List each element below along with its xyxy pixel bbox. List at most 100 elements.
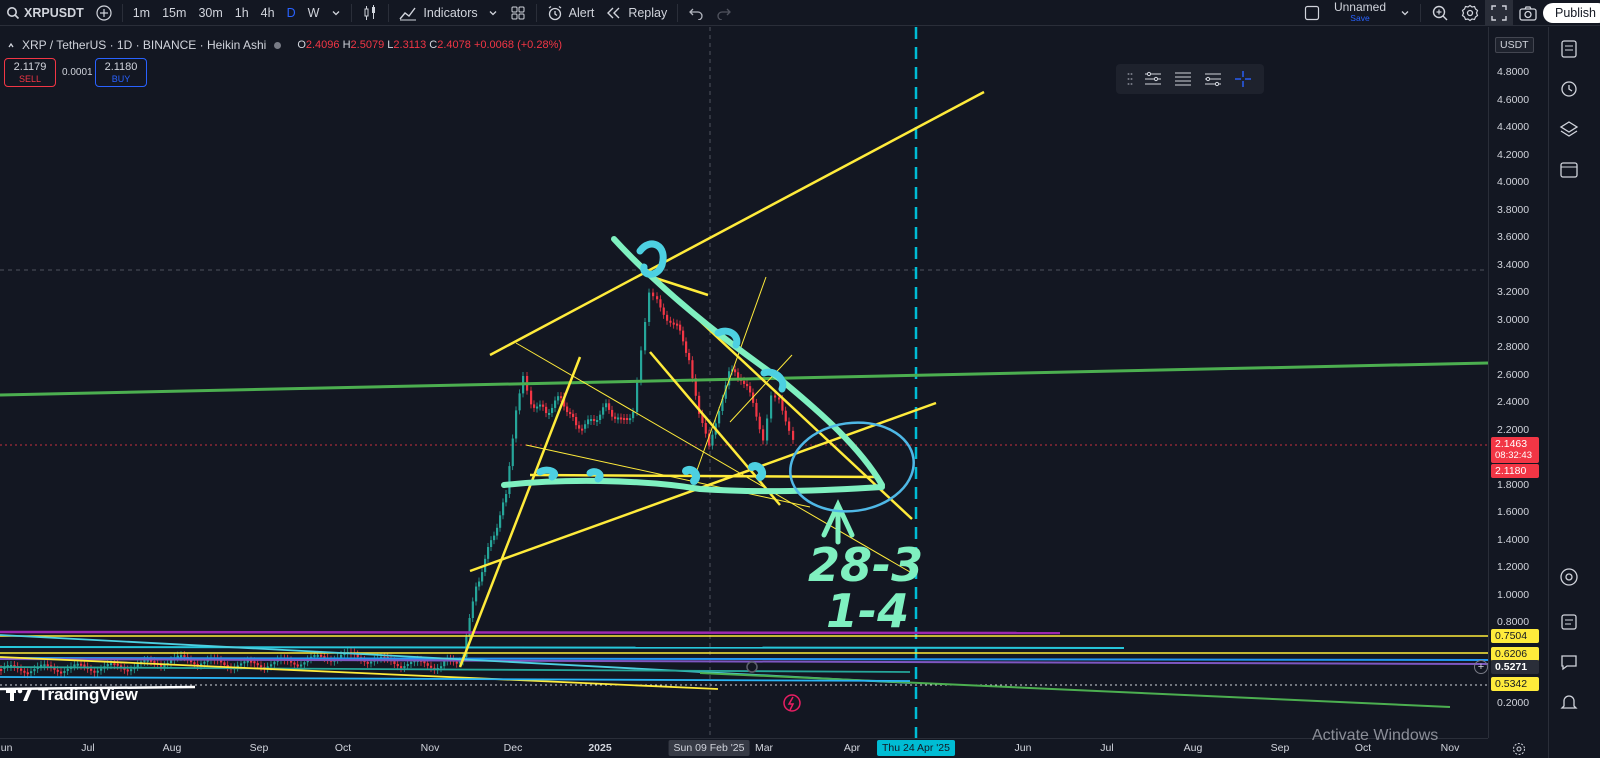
candle-body bbox=[584, 424, 587, 429]
time-scale[interactable]: Jun Jul Aug Sep Oct Nov Dec 2025 Mar Apr Jun Jul Aug… bbox=[0, 738, 1525, 758]
support-line-yellow[interactable] bbox=[529, 473, 881, 479]
sell-button[interactable]: 2.1179 SELL bbox=[4, 58, 56, 87]
buy-button[interactable]: 2.1180 BUY bbox=[95, 58, 147, 87]
indicators-button[interactable]: Indicators bbox=[393, 0, 503, 26]
camera-icon bbox=[1519, 6, 1537, 21]
candle-body bbox=[90, 668, 93, 671]
tradingview-logo[interactable]: TradingView bbox=[6, 685, 138, 705]
trend-line-teal-d[interactable] bbox=[0, 666, 911, 673]
timeframe-4h[interactable]: 4h bbox=[255, 0, 281, 26]
trend-line-teal-a[interactable] bbox=[0, 646, 1125, 649]
candle-body bbox=[711, 434, 714, 446]
list-settings-icon[interactable] bbox=[1143, 71, 1163, 87]
timeframe-15m[interactable]: 15m bbox=[156, 0, 192, 26]
time-tick: Jul bbox=[1100, 742, 1114, 754]
chart-canvas[interactable]: 28-3 1-4 XRP / TetherUS · 1D · BINANCE ·… bbox=[0, 27, 1488, 738]
time-tick: 2025 bbox=[588, 742, 612, 754]
channel-upper-line[interactable] bbox=[489, 90, 985, 357]
candle-body bbox=[743, 380, 746, 384]
watchlist-icon[interactable] bbox=[1559, 39, 1579, 59]
thin-line-c[interactable] bbox=[695, 276, 767, 474]
price-tick: 2.4000 bbox=[1497, 396, 1530, 408]
collapse-chevron-icon[interactable] bbox=[6, 40, 16, 50]
candle-body bbox=[536, 406, 539, 409]
candle-body bbox=[788, 421, 791, 431]
replay-button[interactable]: Replay bbox=[600, 0, 673, 26]
layers-icon[interactable] bbox=[1559, 119, 1579, 139]
layout-name[interactable]: Unnamed Save bbox=[1326, 1, 1394, 24]
templates-button[interactable] bbox=[504, 0, 532, 26]
layout-dropdown[interactable] bbox=[1394, 0, 1416, 26]
top-toolbar: XRPUSDT 1m 15m 30m 1h 4h D W Indicators … bbox=[0, 0, 1600, 26]
redo-button[interactable] bbox=[710, 0, 738, 26]
candle-body bbox=[430, 665, 433, 668]
compare-button[interactable] bbox=[90, 0, 118, 26]
candle-body bbox=[475, 586, 478, 602]
currency-select[interactable]: USDT bbox=[1495, 37, 1534, 53]
timeframe-w[interactable]: W bbox=[302, 0, 326, 26]
timeframe-d[interactable]: D bbox=[281, 0, 302, 26]
layout-select-checkbox[interactable] bbox=[1298, 0, 1326, 26]
chat-icon[interactable] bbox=[1559, 652, 1579, 672]
fullscreen-icon bbox=[1491, 5, 1507, 21]
price-tick: 0.8000 bbox=[1497, 616, 1530, 628]
candle-body bbox=[749, 386, 752, 393]
settings-button[interactable] bbox=[1455, 0, 1485, 26]
price-tick: 1.2000 bbox=[1497, 561, 1530, 573]
legend-low: 2.3113 bbox=[393, 39, 427, 51]
calendar-icon[interactable] bbox=[1559, 159, 1579, 179]
candle-body bbox=[551, 407, 554, 413]
legend-title[interactable]: XRP / TetherUS · 1D · BINANCE · Heikin A… bbox=[22, 38, 266, 52]
timeframe-30m[interactable]: 30m bbox=[192, 0, 228, 26]
timeframe-1h[interactable]: 1h bbox=[229, 0, 255, 26]
divider bbox=[535, 3, 537, 22]
fullscreen-button[interactable] bbox=[1485, 0, 1513, 26]
candle-body bbox=[572, 413, 575, 418]
lightning-icon[interactable] bbox=[783, 694, 801, 712]
undo-button[interactable] bbox=[682, 0, 710, 26]
candle-body bbox=[243, 661, 246, 664]
symbol-search[interactable]: XRPUSDT bbox=[0, 0, 90, 26]
target-ellipse[interactable] bbox=[784, 415, 919, 519]
candle-body bbox=[623, 418, 626, 421]
chart-drawing-layer[interactable]: 28-3 1-4 bbox=[0, 27, 1488, 738]
legend-ohlc: O2.4096 H2.5079 L2.3113 C2.4078 +0.0068 … bbox=[297, 39, 563, 51]
candle-body bbox=[758, 416, 761, 430]
quick-search-button[interactable] bbox=[1425, 0, 1455, 26]
bell-icon[interactable] bbox=[1559, 692, 1579, 712]
drag-handle-icon[interactable] bbox=[1127, 72, 1133, 86]
price-tick: 2.6000 bbox=[1497, 368, 1530, 381]
timeframe-1m[interactable]: 1m bbox=[127, 0, 156, 26]
timeframe-dropdown[interactable] bbox=[325, 0, 347, 26]
candle-body bbox=[530, 390, 533, 405]
alert-button[interactable]: Alert bbox=[541, 0, 601, 26]
trend-line-green-low[interactable] bbox=[699, 672, 1451, 708]
chevron-down-icon bbox=[489, 10, 497, 15]
crosshair-icon[interactable] bbox=[1233, 69, 1253, 89]
candle-body bbox=[403, 666, 406, 669]
time-scale-settings-icon[interactable] bbox=[1512, 742, 1526, 756]
marker-blob-right[interactable] bbox=[760, 368, 787, 393]
chart-type-button[interactable] bbox=[356, 0, 384, 26]
time-tick: Nov bbox=[1440, 742, 1460, 754]
notes-icon[interactable] bbox=[1559, 612, 1579, 632]
price-scale[interactable]: USDT 4.8000 4.6000 4.4000 4.2000 4.0000 3.800… bbox=[1474, 27, 1548, 738]
right-sidebar bbox=[1548, 27, 1600, 758]
candle-body bbox=[590, 419, 593, 422]
candle-body bbox=[548, 412, 551, 415]
filter-settings-icon[interactable] bbox=[1203, 71, 1223, 87]
trend-line-green-long[interactable] bbox=[0, 361, 1488, 397]
time-tick: Dec bbox=[503, 742, 523, 754]
snapshot-button[interactable] bbox=[1513, 0, 1543, 26]
help-icon[interactable] bbox=[1559, 567, 1579, 587]
level-handle[interactable] bbox=[746, 661, 758, 673]
candle-body bbox=[406, 664, 409, 667]
candle-body bbox=[620, 417, 623, 420]
candle-body bbox=[545, 406, 548, 414]
alerts-clock-icon[interactable] bbox=[1559, 79, 1579, 99]
legend-high: 2.5079 bbox=[350, 39, 385, 51]
lines-icon[interactable] bbox=[1173, 71, 1193, 87]
add-level-button[interactable]: + bbox=[1474, 660, 1488, 674]
publish-button[interactable]: Publish bbox=[1543, 3, 1600, 23]
candle-body bbox=[296, 664, 299, 667]
